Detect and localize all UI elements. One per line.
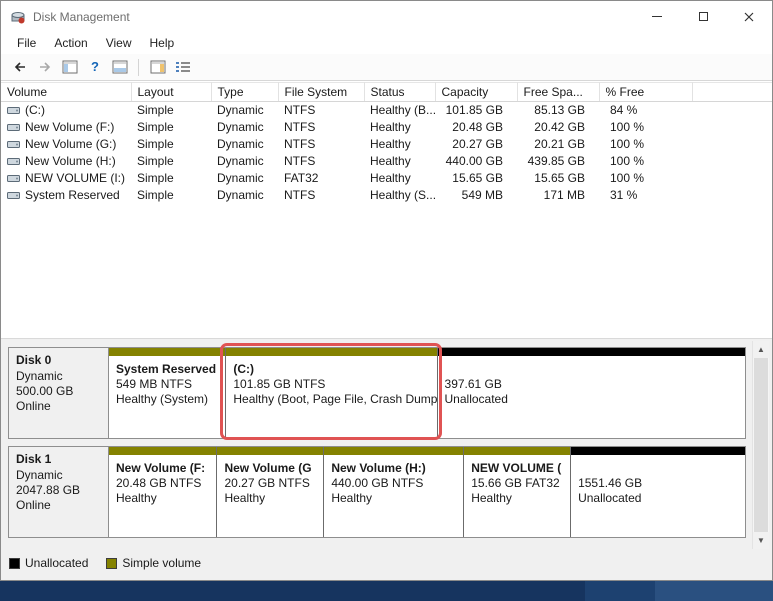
toolbar-separator xyxy=(138,59,139,76)
scroll-up-icon[interactable]: ▲ xyxy=(753,341,769,358)
partition-c[interactable]: (C:) 101.85 GB NTFS Healthy (Boot, Page … xyxy=(225,348,436,438)
scrollbar-thumb[interactable] xyxy=(754,358,768,532)
views-button[interactable] xyxy=(170,56,195,79)
col-header-free-space[interactable]: Free Spa... xyxy=(517,83,599,102)
toolbar: ? xyxy=(1,54,772,81)
disk-1-row: Disk 1 Dynamic 2047.88 GB Online New Vol… xyxy=(8,446,746,538)
help-button[interactable]: ? xyxy=(82,56,107,79)
volume-icon xyxy=(7,105,20,116)
table-header-row: Volume Layout Type File System Status Ca… xyxy=(1,83,772,102)
simple-volume-swatch-icon xyxy=(106,558,117,569)
views-icon xyxy=(175,60,191,74)
partition-system-reserved[interactable]: System Reserved 549 MB NTFS Healthy (Sys… xyxy=(109,348,225,438)
partition-disk1-unallocated[interactable]: 1551.46 GB Unallocated xyxy=(570,447,745,537)
disk-0-label[interactable]: Disk 0 Dynamic 500.00 GB Online xyxy=(9,348,109,438)
volume-icon xyxy=(7,190,20,201)
disk-1-label[interactable]: Disk 1 Dynamic 2047.88 GB Online xyxy=(9,447,109,537)
help-icon: ? xyxy=(87,59,103,75)
console-tree-icon xyxy=(62,60,78,74)
col-header-volume[interactable]: Volume xyxy=(1,83,131,102)
volume-icon xyxy=(7,139,20,150)
partition-g[interactable]: New Volume (G 20.27 GB NTFS Healthy xyxy=(216,447,323,537)
volume-row-g[interactable]: New Volume (G:) Simple Dynamic NTFS Heal… xyxy=(1,136,772,153)
menu-action[interactable]: Action xyxy=(45,34,96,52)
col-header-capacity[interactable]: Capacity xyxy=(435,83,517,102)
partition-disk0-unallocated[interactable]: 397.61 GB Unallocated xyxy=(437,348,745,438)
console-tree-button[interactable] xyxy=(57,56,82,79)
close-button[interactable] xyxy=(726,1,772,32)
graphical-view: Disk 0 Dynamic 500.00 GB Online System R… xyxy=(1,338,772,580)
app-icon xyxy=(10,9,26,25)
col-header-file-system[interactable]: File System xyxy=(278,83,364,102)
maximize-button[interactable] xyxy=(680,1,726,32)
unallocated-stripe xyxy=(571,447,745,455)
col-header-filler xyxy=(692,83,772,102)
col-header-type[interactable]: Type xyxy=(211,83,278,102)
taskbar-segment[interactable] xyxy=(585,581,655,601)
back-icon xyxy=(12,59,28,75)
col-header-layout[interactable]: Layout xyxy=(131,83,211,102)
menu-file[interactable]: File xyxy=(8,34,45,52)
volume-table: Volume Layout Type File System Status Ca… xyxy=(1,82,772,204)
simple-volume-stripe xyxy=(324,447,463,455)
disk-management-window: Disk Management File Action View Help xyxy=(0,0,773,581)
svg-text:?: ? xyxy=(91,59,99,74)
volume-list: Volume Layout Type File System Status Ca… xyxy=(1,82,772,338)
legend-simple-volume: Simple volume xyxy=(106,556,201,570)
partition-i[interactable]: NEW VOLUME ( 15.66 GB FAT32 Healthy xyxy=(463,447,570,537)
volume-icon xyxy=(7,173,20,184)
window-title: Disk Management xyxy=(33,10,634,24)
back-button[interactable] xyxy=(7,56,32,79)
action-pane-button[interactable] xyxy=(145,56,170,79)
col-header-status[interactable]: Status xyxy=(364,83,435,102)
simple-volume-stripe xyxy=(109,447,216,455)
volume-row-f[interactable]: New Volume (F:) Simple Dynamic NTFS Heal… xyxy=(1,119,772,136)
unallocated-stripe xyxy=(438,348,745,356)
volume-icon xyxy=(7,122,20,133)
maximize-icon xyxy=(699,12,708,21)
taskbar[interactable] xyxy=(0,581,773,601)
titlebar[interactable]: Disk Management xyxy=(1,1,772,32)
close-icon xyxy=(744,12,754,22)
details-pane-button[interactable] xyxy=(107,56,132,79)
partition-h[interactable]: New Volume (H:) 440.00 GB NTFS Healthy xyxy=(323,447,463,537)
window-controls xyxy=(634,1,772,32)
forward-icon xyxy=(37,59,53,75)
simple-volume-stripe xyxy=(109,348,225,356)
volume-row-i[interactable]: NEW VOLUME (I:) Simple Dynamic FAT32 Hea… xyxy=(1,170,772,187)
details-pane-icon xyxy=(112,60,128,74)
scroll-down-icon[interactable]: ▼ xyxy=(753,532,769,549)
taskbar-segment[interactable] xyxy=(655,581,773,601)
volume-row-c[interactable]: (C:) Simple Dynamic NTFS Healthy (B... 1… xyxy=(1,102,772,119)
unallocated-swatch-icon xyxy=(9,558,20,569)
simple-volume-stripe xyxy=(217,447,323,455)
legend: Unallocated Simple volume xyxy=(9,553,201,573)
menubar: File Action View Help xyxy=(1,32,772,54)
disk-0-row: Disk 0 Dynamic 500.00 GB Online System R… xyxy=(8,347,746,439)
partition-f[interactable]: New Volume (F: 20.48 GB NTFS Healthy xyxy=(109,447,216,537)
col-header-pct-free[interactable]: % Free xyxy=(599,83,692,102)
forward-button[interactable] xyxy=(32,56,57,79)
simple-volume-stripe xyxy=(226,348,436,356)
minimize-button[interactable] xyxy=(634,1,680,32)
graphics-scrollbar[interactable]: ▲ ▼ xyxy=(752,341,769,549)
action-pane-icon xyxy=(150,60,166,74)
menu-help[interactable]: Help xyxy=(141,34,184,52)
simple-volume-stripe xyxy=(464,447,570,455)
legend-unallocated: Unallocated xyxy=(9,556,88,570)
volume-icon xyxy=(7,156,20,167)
volume-row-h[interactable]: New Volume (H:) Simple Dynamic NTFS Heal… xyxy=(1,153,772,170)
volume-row-system-reserved[interactable]: System Reserved Simple Dynamic NTFS Heal… xyxy=(1,187,772,204)
menu-view[interactable]: View xyxy=(97,34,141,52)
minimize-icon xyxy=(652,16,662,17)
